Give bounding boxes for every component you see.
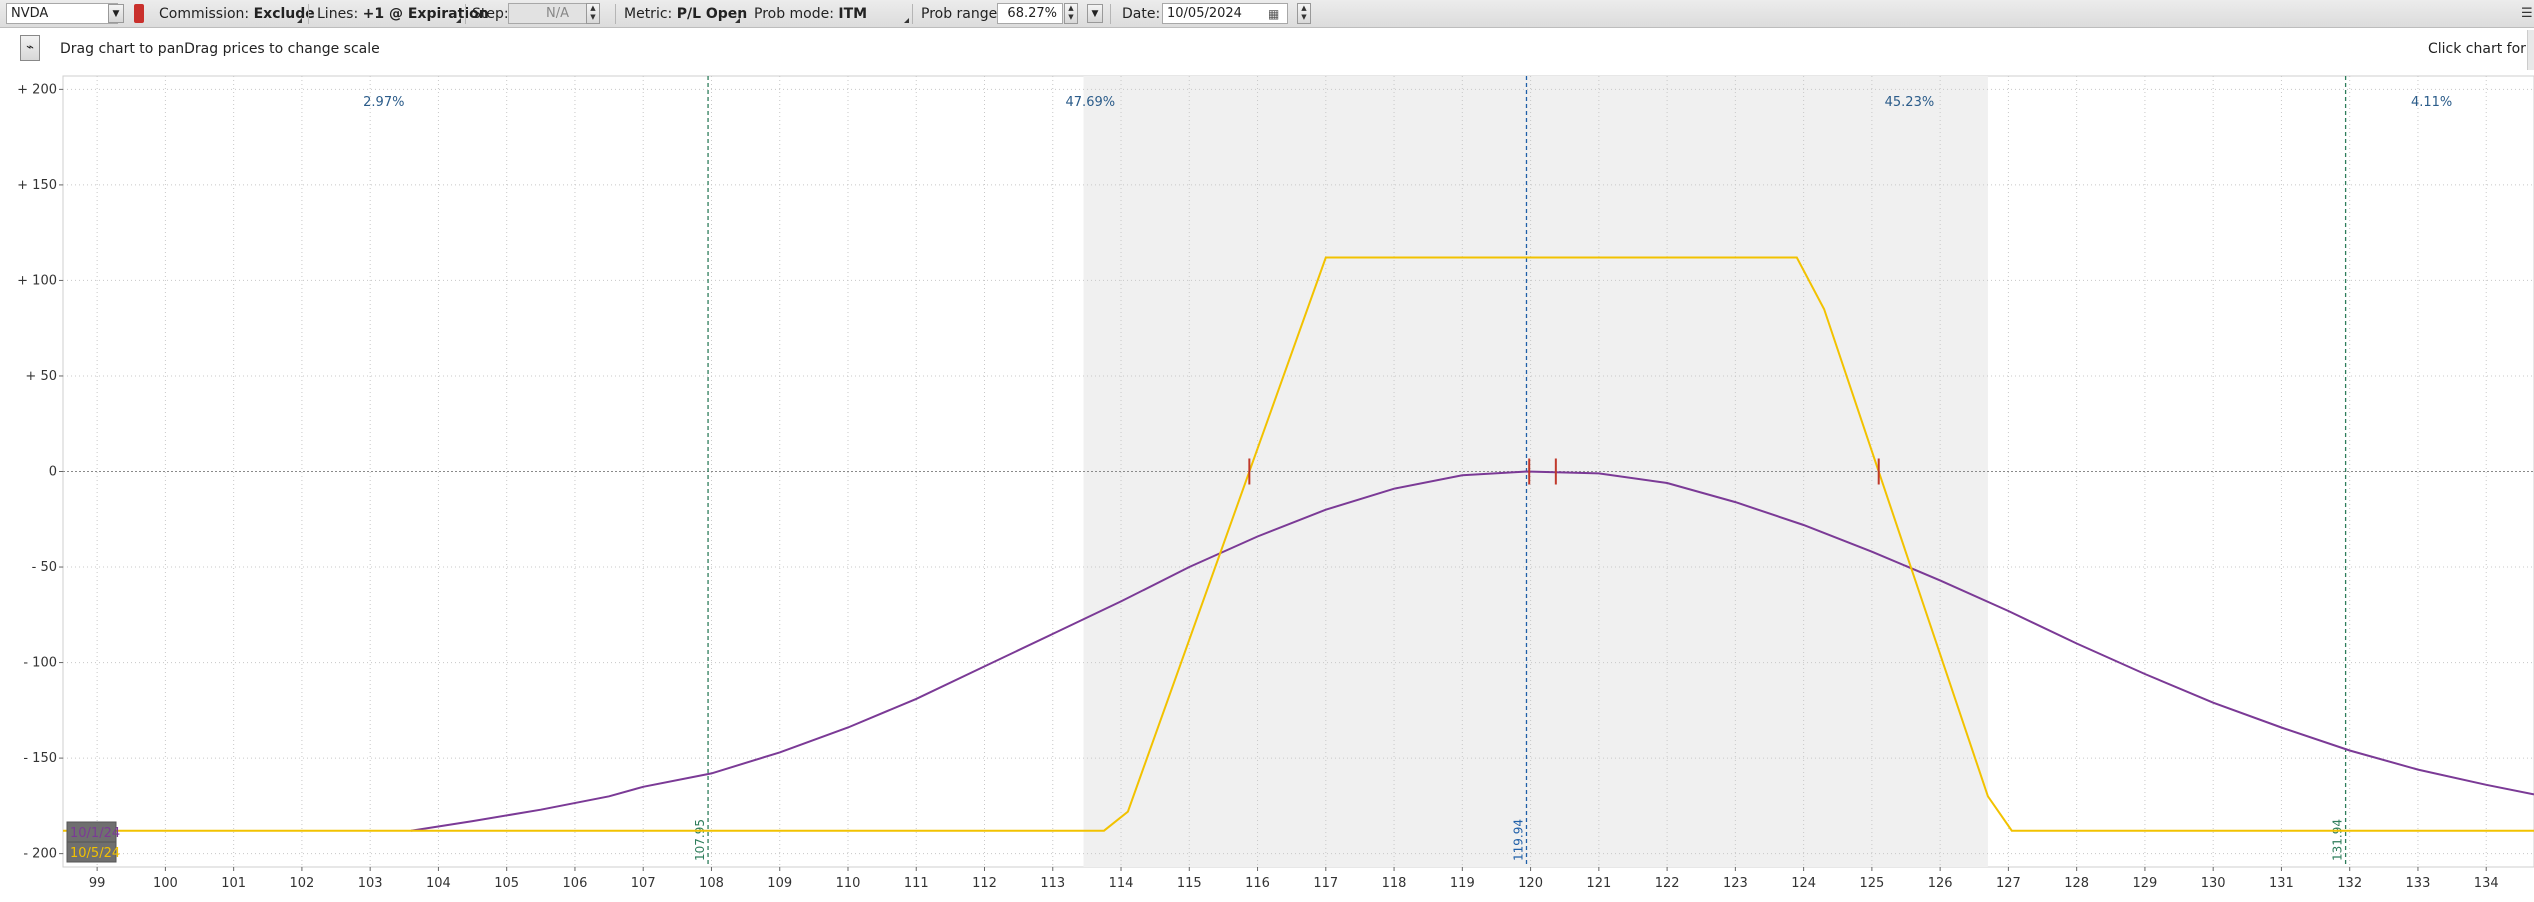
data-hint: Click chart for data xyxy=(2428,41,2534,57)
probability-label: 4.11% xyxy=(2411,95,2452,110)
alert-flag-icon[interactable] xyxy=(134,4,144,23)
chevron-down-icon[interactable]: ▼ xyxy=(108,4,124,23)
y-tick-label: - 100 xyxy=(23,656,57,671)
x-tick-label: 127 xyxy=(1996,876,2021,891)
x-tick-label: 123 xyxy=(1723,876,1748,891)
y-tick-label: + 200 xyxy=(17,82,57,97)
price-level-label: 119.94 xyxy=(1511,819,1525,861)
prob-range-value: 68.27% xyxy=(1007,6,1057,21)
dropdown-corner-icon xyxy=(297,18,302,23)
x-tick-label: 107 xyxy=(631,876,656,891)
dropdown-corner-icon xyxy=(456,18,461,23)
x-tick-label: 129 xyxy=(2133,876,2158,891)
x-tick-label: 134 xyxy=(2474,876,2499,891)
y-tick-label: 0 xyxy=(49,465,57,480)
x-tick-label: 133 xyxy=(2406,876,2431,891)
x-tick-label: 104 xyxy=(426,876,451,891)
separator xyxy=(1110,4,1111,24)
step-value: N/A xyxy=(546,6,569,21)
calendar-icon[interactable]: ▦ xyxy=(1268,0,1279,28)
symbol-value: NVDA xyxy=(11,6,49,21)
menu-icon[interactable]: ☰ xyxy=(2521,6,2533,21)
probability-label: 45.23% xyxy=(1885,95,1935,110)
x-tick-label: 110 xyxy=(836,876,861,891)
prob-mode-label: Prob mode: xyxy=(754,6,834,22)
chart-settings-icon[interactable]: ⌁ xyxy=(20,35,40,61)
scrollbar[interactable] xyxy=(2527,30,2534,70)
lines-value: +1 @ Expiration xyxy=(362,6,489,22)
commission-control[interactable]: Commission: Exclude xyxy=(159,0,315,28)
lines-control[interactable]: Lines: +1 @ Expiration xyxy=(317,0,489,28)
x-tick-label: 131 xyxy=(2269,876,2294,891)
commission-label: Commission: xyxy=(159,6,250,22)
symbol-select[interactable]: NVDA xyxy=(6,3,118,24)
x-tick-label: 101 xyxy=(221,876,246,891)
x-tick-label: 117 xyxy=(1313,876,1338,891)
x-tick-label: 125 xyxy=(1859,876,1884,891)
toolbar: NVDA ▼ Commission: Exclude Lines: +1 @ E… xyxy=(0,0,2534,28)
x-tick-label: 114 xyxy=(1109,876,1134,891)
x-tick-label: 111 xyxy=(904,876,929,891)
separator xyxy=(308,4,309,24)
x-tick-label: 132 xyxy=(2337,876,2362,891)
x-tick-label: 115 xyxy=(1177,876,1202,891)
date-label: Date: xyxy=(1122,6,1161,22)
y-tick-label: + 100 xyxy=(17,273,57,288)
pl-chart[interactable]: 99 100 101 102 103 104 105 106 107 108 109 110 111 11… xyxy=(0,70,2534,902)
price-level-label: 131.94 xyxy=(2331,819,2345,861)
commission-value: Exclude xyxy=(253,6,315,22)
x-tick-label: 103 xyxy=(358,876,383,891)
step-label: Step: xyxy=(472,6,509,22)
pan-hint: Drag chart to panDrag prices to change s… xyxy=(60,41,380,57)
dropdown-corner-icon xyxy=(735,18,740,23)
y-tick-label: - 200 xyxy=(23,847,57,862)
x-tick-label: 109 xyxy=(767,876,792,891)
step-spinner[interactable]: ▲ ▼ xyxy=(586,3,600,24)
date-spinner[interactable]: ▲ ▼ xyxy=(1297,3,1311,24)
hint-bar: ⌁ Drag chart to panDrag prices to change… xyxy=(0,30,2534,68)
metric-control[interactable]: Metric: P/L Open xyxy=(624,0,747,28)
x-tick-label: 106 xyxy=(563,876,588,891)
y-tick-label: - 50 xyxy=(32,560,57,575)
probability-label: 47.69% xyxy=(1066,95,1116,110)
metric-label: Metric: xyxy=(624,6,673,22)
legend-label: 10/1/24 xyxy=(70,826,120,841)
prob-mode-value: ITM xyxy=(838,6,868,22)
x-tick-label: 113 xyxy=(1040,876,1065,891)
x-tick-label: 105 xyxy=(494,876,519,891)
dropdown-corner-icon xyxy=(904,18,909,23)
x-tick-label: 120 xyxy=(1518,876,1543,891)
x-tick-label: 122 xyxy=(1655,876,1680,891)
y-tick-label: + 50 xyxy=(25,369,57,384)
prob-range-spinner[interactable]: ▲ ▼ xyxy=(1064,3,1078,24)
step-field[interactable]: N/A xyxy=(508,3,592,24)
separator xyxy=(615,4,616,24)
x-tick-label: 124 xyxy=(1791,876,1816,891)
x-tick-label: 119 xyxy=(1450,876,1475,891)
x-tick-label: 112 xyxy=(972,876,997,891)
prob-range-field[interactable]: 68.27% xyxy=(997,3,1063,24)
separator xyxy=(912,4,913,24)
x-tick-label: 126 xyxy=(1928,876,1953,891)
separator xyxy=(465,4,466,24)
y-tick-label: + 150 xyxy=(17,178,57,193)
x-tick-label: 118 xyxy=(1382,876,1407,891)
x-tick-label: 116 xyxy=(1245,876,1270,891)
y-tick-label: - 150 xyxy=(23,751,57,766)
x-tick-label: 100 xyxy=(153,876,178,891)
x-tick-label: 99 xyxy=(89,876,106,891)
x-tick-label: 108 xyxy=(699,876,724,891)
chevron-down-icon[interactable]: ▼ xyxy=(1087,4,1103,23)
prob-range-label: Prob range: xyxy=(921,6,1002,22)
legend-label: 10/5/24 xyxy=(70,846,120,861)
x-tick-label: 130 xyxy=(2201,876,2226,891)
probability-label: 2.97% xyxy=(363,95,404,110)
price-level-label: 107.95 xyxy=(693,819,707,861)
prob-mode-control[interactable]: Prob mode: ITM xyxy=(754,0,867,28)
x-tick-label: 128 xyxy=(2064,876,2089,891)
lines-label: Lines: xyxy=(317,6,359,22)
x-tick-label: 121 xyxy=(1586,876,1611,891)
x-tick-label: 102 xyxy=(289,876,314,891)
date-value: 10/05/2024 xyxy=(1167,6,1242,21)
